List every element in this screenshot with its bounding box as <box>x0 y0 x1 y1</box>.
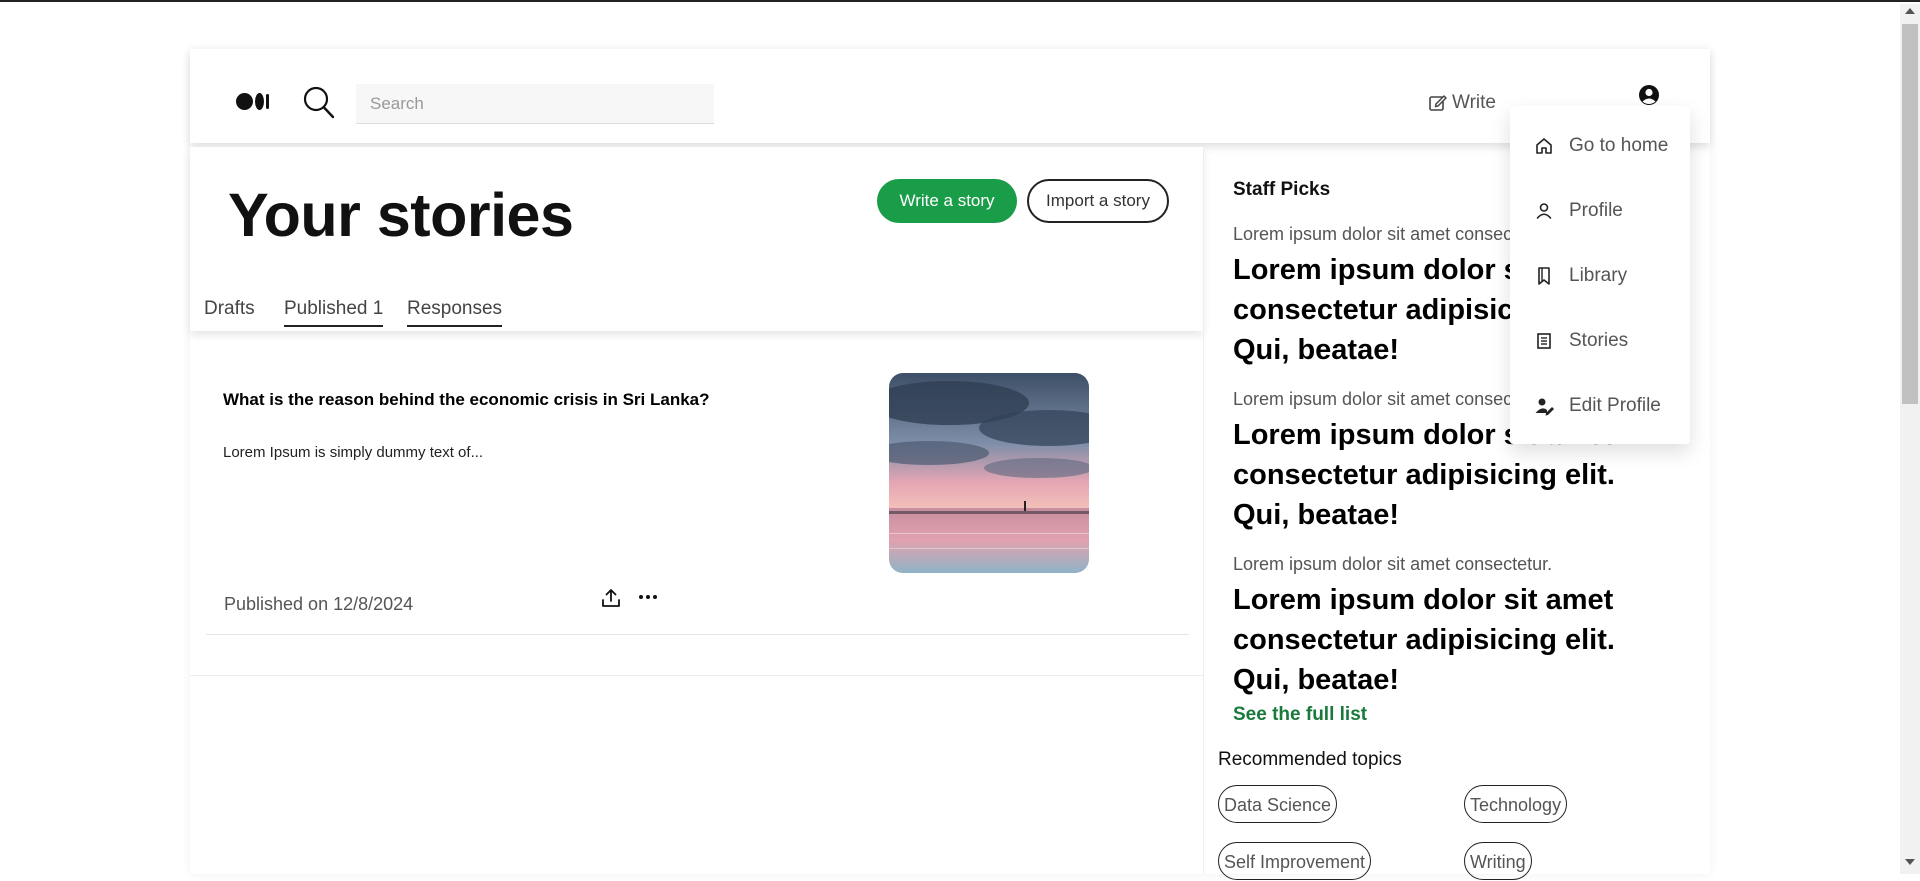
topic-chip[interactable]: Writing <box>1464 842 1532 880</box>
write-icon <box>1429 95 1447 111</box>
share-icon[interactable] <box>600 587 622 609</box>
user-dropdown-menu: Go to home Profile Library Stories Edit … <box>1510 106 1690 444</box>
menu-item-label: Go to home <box>1569 135 1669 156</box>
story-excerpt: Lorem Ipsum is simply dummy text of... <box>223 444 484 461</box>
topic-chip[interactable]: Self Improvement <box>1218 842 1372 880</box>
menu-item-label: Profile <box>1569 200 1623 221</box>
sidebar-separator <box>1203 147 1204 874</box>
user-icon <box>1536 203 1552 219</box>
menu-item-stories[interactable]: Stories <box>1510 317 1690 365</box>
tab-published[interactable]: Published 1 <box>284 298 384 327</box>
more-options-icon[interactable] <box>637 589 659 605</box>
user-edit-icon <box>1535 398 1554 416</box>
medium-logo-icon[interactable] <box>236 90 272 112</box>
pick-author[interactable]: Lorem ipsum dolor sit amet consectetur. <box>1233 389 1552 410</box>
topic-chip[interactable]: Technology <box>1464 785 1568 823</box>
staff-picks-heading: Staff Picks <box>1233 179 1331 200</box>
tab-responses[interactable]: Responses <box>407 298 503 327</box>
pick-author[interactable]: Lorem ipsum dolor sit amet consectetur. <box>1233 224 1552 245</box>
avatar[interactable] <box>1638 84 1660 106</box>
tab-drafts[interactable]: Drafts <box>204 298 255 325</box>
menu-item-profile[interactable]: Profile <box>1510 187 1690 235</box>
import-story-button[interactable]: Import a story <box>1027 179 1169 223</box>
scroll-down-arrow-icon[interactable] <box>1905 859 1915 865</box>
see-full-list-link[interactable]: See the full list <box>1233 704 1367 726</box>
menu-item-edit-profile[interactable]: Edit Profile <box>1510 382 1690 430</box>
story-title[interactable]: What is the reason behind the economic c… <box>223 390 710 410</box>
page-title: Your stories <box>228 181 574 249</box>
user-circle-icon <box>1639 85 1659 105</box>
search-icon[interactable] <box>303 86 335 120</box>
divider <box>206 634 1189 635</box>
document-icon <box>1537 333 1551 349</box>
menu-item-label: Library <box>1569 265 1628 286</box>
recommended-topics-heading: Recommended topics <box>1218 749 1402 770</box>
scrollbar-thumb[interactable] <box>1902 24 1918 404</box>
menu-item-label: Edit Profile <box>1569 395 1661 416</box>
home-icon <box>1536 138 1552 154</box>
menu-item-label: Stories <box>1569 330 1629 351</box>
pick-title[interactable]: Lorem ipsum dolor sit amet consectetur a… <box>1233 580 1663 700</box>
story-published-date: Published on 12/8/2024 <box>224 594 414 614</box>
pick-author[interactable]: Lorem ipsum dolor sit amet consectetur. <box>1233 554 1552 575</box>
topic-chip[interactable]: Data Science <box>1218 785 1338 823</box>
write-label: Write <box>1452 92 1496 113</box>
write-button[interactable]: Write <box>1428 92 1496 114</box>
write-story-button[interactable]: Write a story <box>877 179 1017 223</box>
menu-item-home[interactable]: Go to home <box>1510 122 1690 170</box>
story-thumbnail[interactable] <box>889 373 1089 573</box>
bookmark-icon <box>1538 267 1550 285</box>
scroll-up-arrow-icon[interactable] <box>1905 8 1915 14</box>
menu-item-library[interactable]: Library <box>1510 252 1690 300</box>
divider <box>190 675 1203 676</box>
search-input[interactable] <box>356 84 714 124</box>
